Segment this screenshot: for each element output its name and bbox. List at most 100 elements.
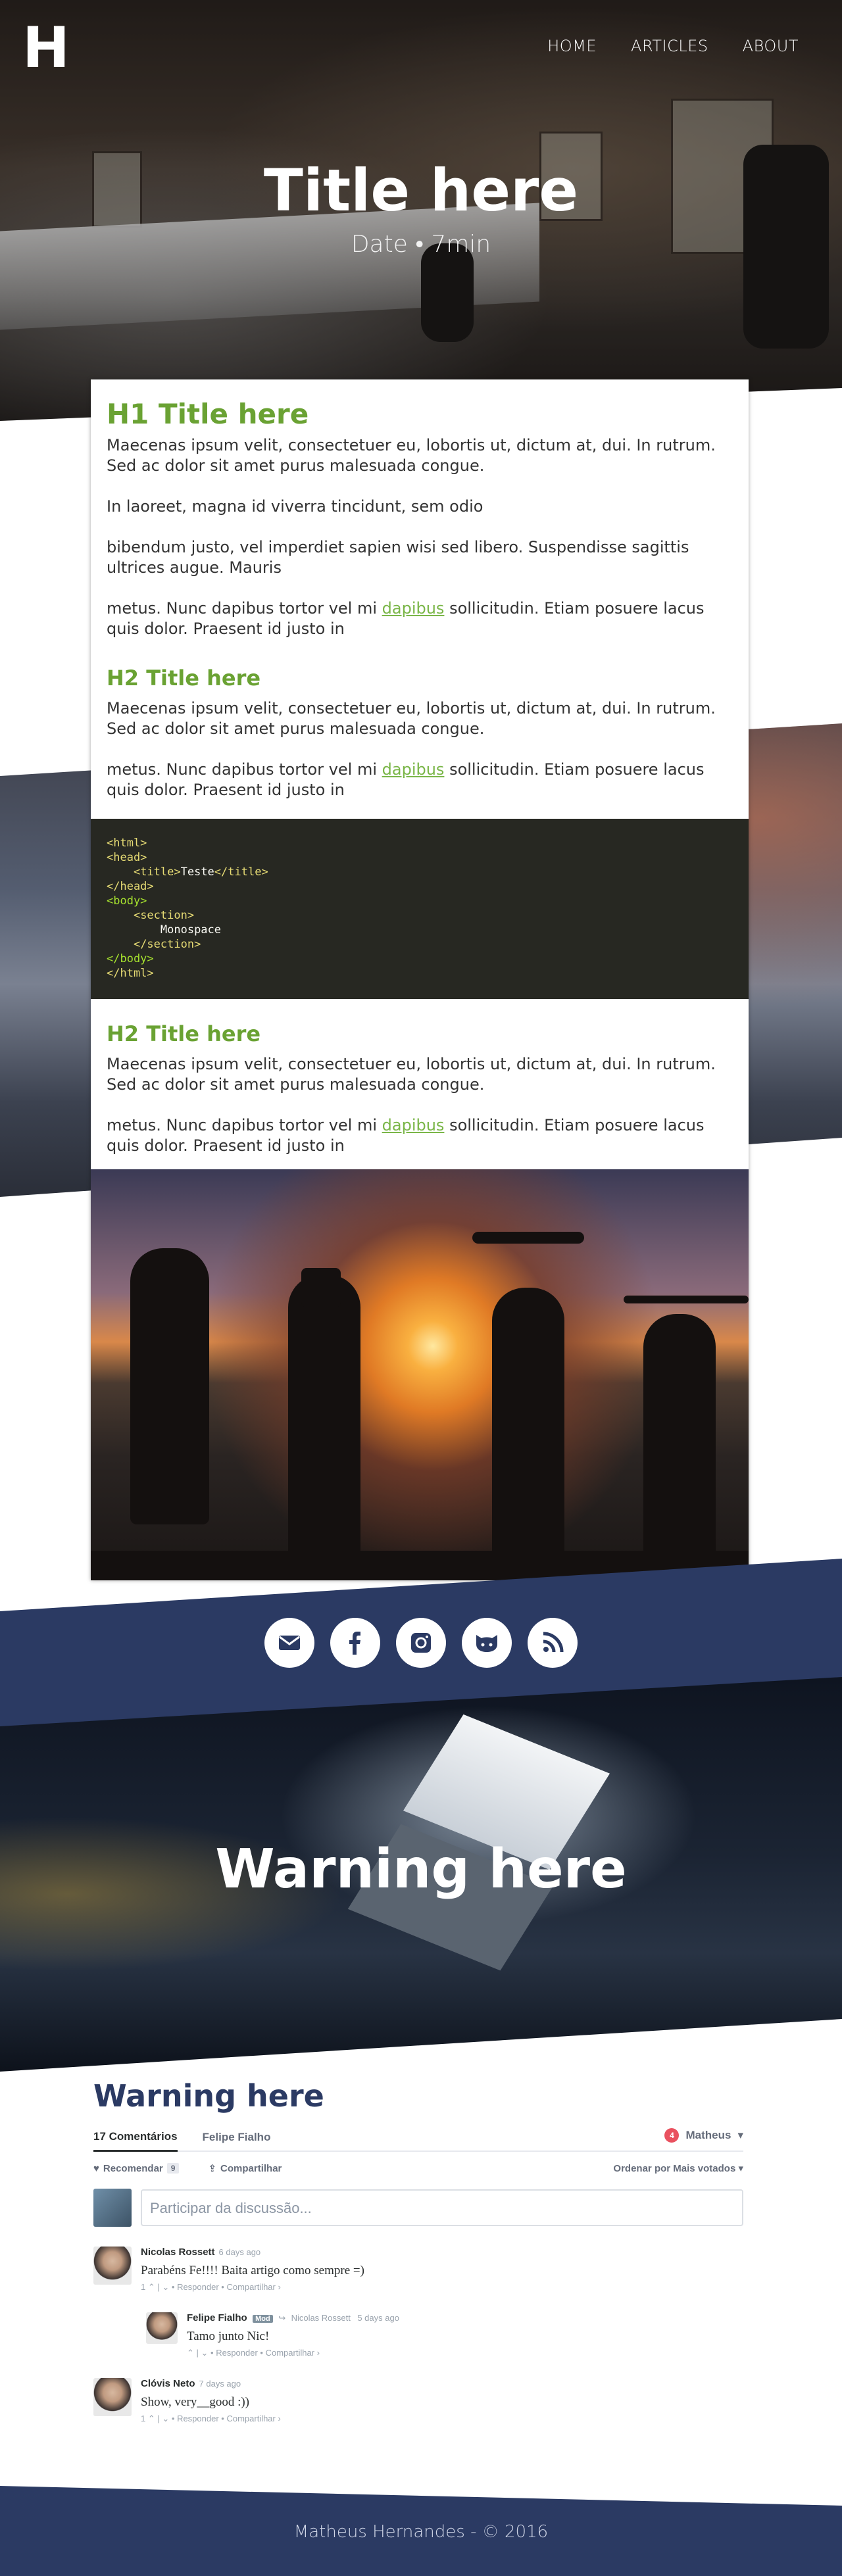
paragraph-with-link: metus. Nunc dapibus tortor vel mi dapibu…	[107, 760, 733, 800]
article-h2: H2 Title here	[107, 1021, 261, 1046]
comments-toolbar: ♥ Recomendar 9 ⇪ Compartilhar Ordenar po…	[93, 2152, 743, 2185]
downvote-icon[interactable]: ⌄	[201, 2348, 209, 2358]
comment-actions: 1 ⌃ | ⌄ • Responder • Compartilhar ›	[141, 2414, 281, 2423]
silhouette	[624, 1296, 749, 1303]
upvote-icon[interactable]: ⌃	[187, 2348, 194, 2358]
article-card: H1 Title here Maecenas ipsum velit, cons…	[91, 379, 749, 1580]
reply-link[interactable]: Responder	[216, 2348, 258, 2358]
paragraph-text: metus. Nunc dapibus tortor vel mi	[107, 760, 382, 779]
comments-title: Warning here	[93, 2078, 324, 2114]
comment-body: Tamo junto Nic!	[187, 2329, 270, 2343]
notification-badge[interactable]: 4	[664, 2128, 680, 2143]
mail-icon[interactable]	[264, 1618, 314, 1668]
comment-author[interactable]: Nicolas Rossett	[141, 2247, 215, 2258]
code-token: Monospace	[160, 923, 222, 936]
comment-author[interactable]: Felipe Fialho	[187, 2312, 247, 2323]
code-token: </section>	[133, 938, 201, 951]
share-link[interactable]: Compartilhar ›	[226, 2282, 280, 2292]
chevron-down-icon: ▾	[737, 2129, 743, 2141]
heart-icon: ♥	[93, 2162, 99, 2174]
upvote-icon[interactable]: ⌃	[148, 2414, 155, 2423]
share-link[interactable]: Compartilhar ›	[226, 2414, 280, 2423]
footer-text: Matheus Hernandes - © 2016	[293, 2522, 549, 2542]
silhouette	[301, 1268, 341, 1307]
code-token: </body>	[107, 952, 154, 965]
avatar[interactable]	[93, 2378, 132, 2416]
current-user-menu[interactable]: 4 Matheus ▾	[664, 2128, 743, 2143]
paragraph-with-link: metus. Nunc dapibus tortor vel mi dapibu…	[107, 598, 733, 639]
comment-time[interactable]: 5 days ago	[357, 2313, 399, 2323]
avatar	[93, 2189, 132, 2227]
nav-home[interactable]: HOME	[547, 37, 597, 55]
silhouette	[472, 1232, 584, 1244]
current-user-name[interactable]: Matheus	[685, 2129, 731, 2142]
facebook-icon[interactable]	[330, 1618, 380, 1668]
new-comment-row: Participar da discussão...	[93, 2189, 743, 2227]
vote-count: 1	[141, 2282, 146, 2292]
moderator-badge: Mod	[253, 2315, 273, 2323]
reply-to-icon: ↪	[278, 2313, 286, 2323]
page-title: Title here	[263, 157, 579, 224]
code-token: </html>	[107, 967, 154, 980]
main-nav: HOME ARTICLES ABOUT	[547, 37, 799, 55]
upvote-icon[interactable]: ⌃	[148, 2282, 155, 2292]
code-token: <body>	[107, 894, 147, 908]
silhouette	[643, 1314, 716, 1577]
paragraph: Maecenas ipsum velit, consectetuer eu, l…	[107, 1055, 716, 1094]
comment-time[interactable]: 6 days ago	[219, 2247, 261, 2257]
reply-link[interactable]: Responder	[177, 2282, 219, 2292]
code-token: <head>	[107, 851, 147, 864]
tab-comments-count[interactable]: 17 Comentários	[93, 2130, 178, 2152]
site-logo[interactable]: H	[22, 20, 70, 76]
comment-actions: 1 ⌃ | ⌄ • Responder • Compartilhar ›	[141, 2282, 281, 2292]
silhouette	[130, 1248, 209, 1524]
nav-articles[interactable]: ARTICLES	[631, 37, 708, 55]
avatar[interactable]	[146, 2312, 178, 2344]
avatar[interactable]	[93, 2247, 132, 2285]
nav-about[interactable]: ABOUT	[743, 37, 799, 55]
reply-to-author[interactable]: Nicolas Rossett	[291, 2313, 351, 2323]
code-token: <section>	[133, 909, 195, 922]
dapibus-link[interactable]: dapibus	[382, 599, 445, 618]
downvote-icon[interactable]: ⌄	[162, 2414, 169, 2423]
silhouette	[288, 1275, 360, 1577]
sort-label: Ordenar por Mais votados	[613, 2163, 736, 2174]
share-link[interactable]: Compartilhar ›	[266, 2348, 320, 2358]
comment-body: Parabéns Fe!!!! Baita artigo como sempre…	[141, 2264, 364, 2277]
skateboarders-sunset-photo	[91, 1169, 749, 1580]
downvote-icon[interactable]: ⌄	[162, 2282, 169, 2292]
dapibus-link[interactable]: dapibus	[382, 760, 445, 779]
dapibus-link[interactable]: dapibus	[382, 1116, 445, 1134]
paragraph: Maecenas ipsum velit, consectetuer eu, l…	[107, 436, 716, 475]
comment-item: Clóvis Neto 7 days ago Show, very__good :…	[93, 2378, 743, 2424]
comment-time[interactable]: 7 days ago	[199, 2379, 241, 2389]
comments-section: Warning here 17 Comentários Felipe Fialh…	[93, 2078, 743, 2424]
code-token: <html>	[107, 837, 147, 850]
code-token: <title>	[133, 865, 181, 879]
paragraph-text: metus. Nunc dapibus tortor vel mi	[107, 1116, 382, 1134]
tab-community[interactable]: Felipe Fialho	[203, 2131, 271, 2151]
reply-link[interactable]: Responder	[177, 2414, 219, 2423]
instagram-icon[interactable]	[396, 1618, 446, 1668]
social-links	[0, 1618, 842, 1668]
code-block: <html> <head> <title>Teste</title> </hea…	[91, 819, 749, 999]
rss-icon[interactable]	[528, 1618, 578, 1668]
comment-actions: ⌃ | ⌄ • Responder • Compartilhar ›	[187, 2348, 320, 2358]
paragraph: In laoreet, magna id viverra tincidunt, …	[107, 497, 483, 516]
comment-input[interactable]: Participar da discussão...	[141, 2189, 743, 2226]
vote-count: 1	[141, 2414, 146, 2423]
article-h1: H1 Title here	[107, 398, 309, 430]
comment-author[interactable]: Clóvis Neto	[141, 2378, 195, 2389]
share-button[interactable]: Compartilhar	[220, 2163, 282, 2174]
sort-dropdown[interactable]: Ordenar por Mais votados ▾	[613, 2162, 743, 2174]
comments-tabs: 17 Comentários Felipe Fialho 4 Matheus ▾	[93, 2124, 743, 2152]
code-token: </title>	[214, 865, 268, 879]
paragraph-text: metus. Nunc dapibus tortor vel mi	[107, 599, 382, 618]
paragraph: bibendum justo, vel imperdiet sapien wis…	[107, 538, 689, 577]
recommend-button[interactable]: Recomendar	[103, 2163, 163, 2174]
github-icon[interactable]	[462, 1618, 512, 1668]
code-token: </head>	[107, 880, 154, 893]
chevron-down-icon: ▾	[738, 2163, 743, 2174]
paragraph-with-link: metus. Nunc dapibus tortor vel mi dapibu…	[107, 1115, 733, 1156]
comment-item: Nicolas Rossett 6 days ago Parabéns Fe!!!…	[93, 2247, 743, 2293]
